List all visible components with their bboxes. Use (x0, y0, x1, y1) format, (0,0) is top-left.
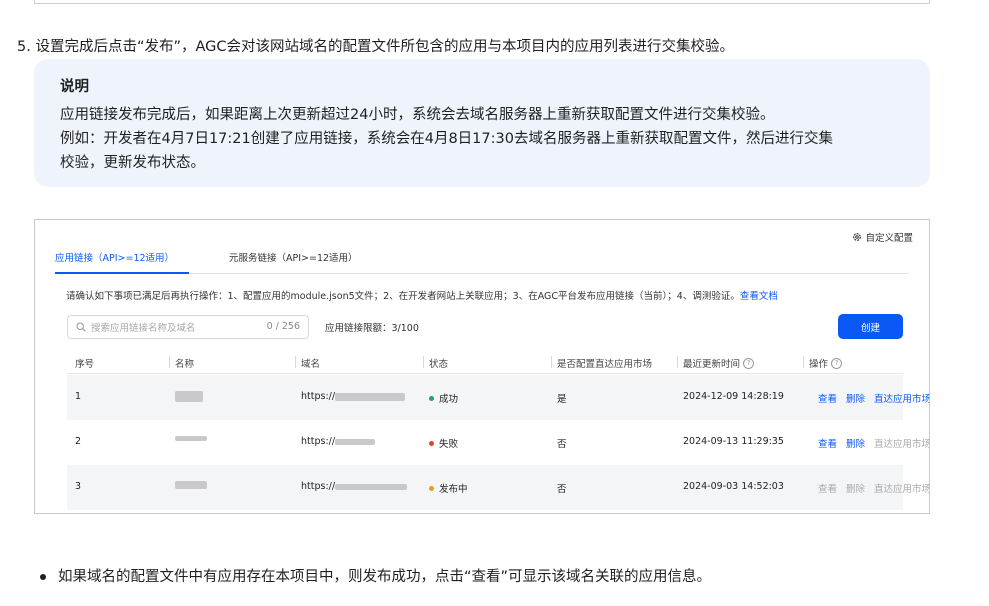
row-index: 1 (75, 391, 82, 402)
search-char-count: 0 / 256 (266, 321, 300, 332)
step-number: 5. (17, 39, 31, 55)
help-icon[interactable]: ? (743, 357, 755, 369)
step-text: 设置完成后点击“发布”，AGC会对该网站域名的配置文件所包含的应用与本项目内的应… (35, 39, 734, 55)
row-name-redacted (175, 436, 207, 441)
col-actions: 操作? (803, 356, 843, 370)
row-market: 否 (557, 439, 567, 450)
view-link: 查看 (818, 484, 838, 495)
bullet-text: 如果域名的配置文件中有应用存在本项目中，则发布成功，点击“查看”可显示该域名关联… (58, 569, 712, 585)
custom-config-link[interactable]: 自定义配置 (852, 230, 913, 244)
view-docs-link[interactable]: 查看文档 (740, 291, 778, 302)
col-market: 是否配置直达应用市场 (551, 356, 652, 370)
link-quota: 应用链接限额：3/100 (325, 323, 419, 334)
bullet-item: 如果域名的配置文件中有应用存在本项目中，则发布成功，点击“查看”可显示该域名关联… (40, 567, 711, 587)
row-domain: https:// (301, 481, 408, 492)
status-dot (429, 395, 434, 401)
tab-bar: 应用链接（API>=12适用） 元服务链接（API>=12适用） (55, 252, 909, 274)
prerequisite-hint: 请确认如下事项已满足后再执行操作：1、配置应用的module.json5文件；2… (66, 288, 778, 302)
tab-app-links[interactable]: 应用链接（API>=12适用） (55, 252, 174, 266)
status-badge: 失败 (429, 436, 458, 450)
bullet-dot (40, 574, 46, 580)
row-name-redacted (175, 481, 207, 489)
note-line: 应用链接发布完成后，如果距离上次更新超过24小时，系统会去域名服务器上重新获取配… (60, 107, 775, 123)
col-index: 序号 (75, 359, 95, 370)
status-dot (429, 485, 434, 491)
active-tab-indicator (55, 272, 189, 274)
col-name: 名称 (169, 356, 194, 370)
note-title: 说明 (60, 79, 89, 95)
row-updated: 2024-09-13 11:29:35 (683, 436, 784, 447)
note-line: 例如：开发者在4月7日17:21创建了应用链接，系统会在4月8日17:30去域名… (60, 131, 833, 147)
help-icon[interactable]: ? (831, 357, 843, 369)
search-icon (76, 322, 86, 332)
view-link[interactable]: 查看 (818, 391, 837, 405)
row-index: 2 (75, 436, 82, 447)
delete-link: 删除 (846, 484, 866, 495)
table-row: 2 https:// 失败 否 2024-09-13 11:29:35 查看 删… (67, 420, 929, 465)
row-name-redacted (175, 391, 203, 402)
table-header: 序号 名称 域名 状态 是否配置直达应用市场 最近更新时间? 操作? (67, 348, 903, 374)
row-actions: 查看 删除 直达应用市场 (818, 436, 930, 450)
gear-icon (853, 233, 862, 241)
delete-link[interactable]: 删除 (846, 391, 865, 405)
search-input[interactable]: 搜索应用链接名称及域名 0 / 256 (67, 315, 309, 339)
table-row: 3 https:// 发布中 否 2024-09-03 14:52:03 查看 … (67, 465, 929, 510)
col-status: 状态 (423, 356, 448, 370)
row-actions: 查看 删除 直达应用市场 (818, 481, 930, 495)
col-domain: 域名 (295, 356, 320, 370)
status-badge: 成功 (429, 391, 458, 405)
view-link[interactable]: 查看 (818, 436, 837, 450)
col-updated: 最近更新时间? (677, 356, 755, 370)
app-link-screenshot: 自定义配置 应用链接（API>=12适用） 元服务链接（API>=12适用） 请… (34, 219, 930, 514)
row-actions: 查看 删除 直达应用市场 (818, 391, 929, 405)
row-market: 否 (557, 484, 567, 495)
app-market-link[interactable]: 直达应用市场 (874, 391, 929, 405)
row-market: 是 (557, 394, 567, 405)
hint-text: 请确认如下事项已满足后再执行操作：1、配置应用的module.json5文件；2… (66, 291, 740, 302)
row-updated: 2024-09-03 14:52:03 (683, 481, 784, 492)
row-index: 3 (75, 481, 82, 492)
status-badge: 发布中 (429, 481, 468, 495)
row-domain: https:// (301, 391, 406, 402)
custom-config-label: 自定义配置 (865, 233, 913, 244)
app-market-link: 直达应用市场 (874, 484, 930, 495)
step-5: 5. 设置完成后点击“发布”，AGC会对该网站域名的配置文件所包含的应用与本项目… (17, 37, 734, 57)
delete-link[interactable]: 删除 (846, 436, 865, 450)
tab-atomic-service-links[interactable]: 元服务链接（API>=12适用） (229, 252, 358, 266)
previous-figure-border (34, 0, 930, 4)
search-placeholder: 搜索应用链接名称及域名 (91, 323, 196, 334)
table-row: 1 https:// 成功 是 2024-12-09 14:28:19 查看 删… (67, 375, 929, 420)
status-dot (429, 440, 434, 446)
row-domain: https:// (301, 436, 376, 447)
create-button[interactable]: 创建 (838, 314, 903, 339)
note-line: 校验，更新发布状态。 (60, 155, 205, 171)
note-box: 说明 应用链接发布完成后，如果距离上次更新超过24小时，系统会去域名服务器上重新… (34, 59, 930, 187)
row-updated: 2024-12-09 14:28:19 (683, 391, 784, 402)
app-market-link: 直达应用市场 (874, 439, 930, 450)
